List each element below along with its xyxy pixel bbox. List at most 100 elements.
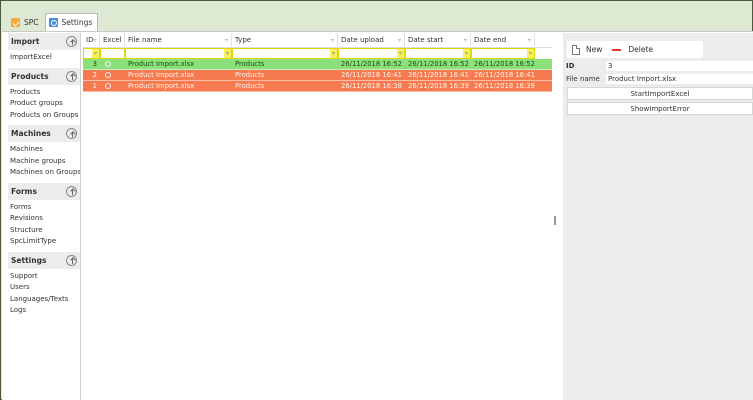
column-header-file-name[interactable]: File name ▿: [125, 32, 232, 48]
cell-date-end: 26/11/2018 16:39: [474, 81, 535, 90]
excel-file-icon[interactable]: [105, 71, 111, 78]
show-import-error-button[interactable]: ShowImportError: [567, 102, 753, 115]
new-document-icon: [572, 44, 580, 55]
tab-settings[interactable]: Settings: [44, 13, 99, 31]
filter-icon[interactable]: ▿: [463, 49, 470, 58]
start-import-excel-button[interactable]: StartImportExcel: [567, 87, 753, 100]
content-area: Import ImportExcel Products Products Product…: [2, 31, 753, 400]
table-row[interactable]: 3 Product Import.xlsx Products 26/11/2018 1…: [83, 59, 552, 70]
sidebar-item[interactable]: Revisions: [8, 213, 80, 225]
filter-icon[interactable]: ▿: [331, 37, 334, 44]
sidebar-item[interactable]: Products: [8, 87, 80, 99]
panel-splitter-handle[interactable]: [554, 216, 556, 225]
filename-field-row: File name Product Import.xlsx: [563, 74, 753, 84]
sidebar-item[interactable]: Support: [8, 271, 80, 283]
table-row[interactable]: 2 Product Import.xlsx Products 26/11/2018 1…: [83, 70, 552, 81]
filter-icon[interactable]: ▿: [225, 37, 228, 44]
sidebar-item[interactable]: Product groups: [8, 98, 80, 110]
sidebar-section-settings[interactable]: Settings: [8, 251, 80, 269]
sidebar-section-items: Forms Revisions Structure SpcLimitType: [8, 200, 80, 252]
cell-excel: [100, 59, 125, 70]
column-header-date-start[interactable]: Date start ▿: [405, 32, 471, 48]
cell-type: Products: [235, 81, 265, 90]
delete-button[interactable]: Delete: [607, 41, 658, 58]
collapse-up-icon[interactable]: [66, 185, 77, 197]
filter-cell-date-end[interactable]: ▿: [471, 48, 535, 59]
cell-file-name: Product Import.xlsx: [128, 59, 195, 68]
sidebar-section-forms[interactable]: Forms: [8, 182, 80, 200]
collapse-up-icon[interactable]: [66, 128, 77, 139]
cell-date-upload: 26/11/2018 16:52: [341, 59, 402, 68]
filter-icon[interactable]: ▿: [330, 49, 337, 58]
sidebar-section-items: ImportExcel: [8, 50, 80, 68]
imports-grid: ID ▿ Excel File name ▿ Type ▿ Date upload ▿ …: [83, 32, 552, 92]
sidebar-item[interactable]: Machine groups: [8, 156, 80, 168]
sidebar-item[interactable]: Logs: [8, 305, 80, 317]
sidebar-section-items: Machines Machine groups Machines on Groups: [8, 142, 80, 183]
tab-label: SPC: [24, 17, 39, 27]
tab-spc[interactable]: SPC: [7, 13, 45, 31]
id-field-row: ID 3: [563, 61, 753, 71]
app-window: SPC Settings Import ImportExcel Products Pr…: [0, 0, 753, 400]
collapse-up-icon[interactable]: [66, 36, 77, 47]
filter-icon[interactable]: ▿: [464, 37, 467, 44]
sidebar-item[interactable]: Structure: [8, 225, 80, 237]
sidebar-section-machines[interactable]: Machines: [8, 125, 80, 142]
column-header-id[interactable]: ID ▿: [83, 32, 100, 48]
sidebar-section-title: Forms: [11, 186, 37, 196]
sidebar-item[interactable]: Machines: [8, 144, 80, 156]
sidebar-section-products[interactable]: Products: [8, 67, 80, 85]
filter-cell-date-upload[interactable]: ▿: [338, 48, 405, 59]
column-header-type[interactable]: Type ▿: [232, 32, 338, 48]
column-header-excel[interactable]: Excel: [100, 32, 125, 48]
cell-date-end: 26/11/2018 16:52: [474, 59, 535, 68]
filter-icon[interactable]: ▿: [224, 49, 231, 58]
new-button[interactable]: New: [567, 41, 607, 58]
sidebar-item[interactable]: Machines on Groups: [8, 167, 80, 179]
id-field[interactable]: 3: [606, 61, 753, 71]
filter-icon[interactable]: ▿: [397, 49, 404, 58]
filter-row: ▿ ▿ ▿ ▿ ▿ ▿: [83, 48, 552, 59]
settings-app-icon: [48, 18, 58, 27]
filter-cell-id[interactable]: ▿: [83, 48, 100, 59]
sidebar-section-title: Settings: [11, 255, 47, 265]
cell-date-upload: 26/11/2018 16:38: [341, 81, 402, 90]
column-header-date-upload[interactable]: Date upload ▿: [338, 32, 405, 48]
filter-cell-date-start[interactable]: ▿: [405, 48, 471, 59]
collapse-up-icon[interactable]: [66, 254, 77, 266]
filename-label: File name: [566, 75, 600, 83]
collapse-up-icon[interactable]: [66, 70, 77, 82]
sidebar-item[interactable]: Forms: [8, 202, 80, 214]
cell-id: 2: [92, 70, 97, 79]
sidebar-item[interactable]: ImportExcel: [8, 52, 80, 64]
cell-date-upload: 26/11/2018 16:41: [341, 70, 402, 79]
filter-icon[interactable]: ▿: [528, 37, 531, 44]
filter-icon[interactable]: ▿: [398, 37, 401, 44]
cell-id: 3: [92, 59, 97, 68]
cell-type: Products: [235, 70, 265, 79]
filter-cell-type[interactable]: ▿: [232, 48, 338, 59]
cell-excel: [100, 70, 125, 81]
filter-icon[interactable]: ▿: [93, 37, 96, 44]
filter-icon[interactable]: ▿: [92, 49, 99, 58]
id-label: ID: [566, 62, 575, 70]
column-header-date-end[interactable]: Date end ▿: [471, 32, 535, 48]
cell-id: 1: [92, 81, 97, 90]
excel-file-icon[interactable]: [105, 82, 111, 89]
filter-cell-file-name[interactable]: ▿: [125, 48, 232, 59]
filter-icon[interactable]: ▿: [527, 49, 534, 58]
sidebar-item[interactable]: SpcLimitType: [8, 236, 80, 248]
minus-icon: [612, 48, 622, 51]
cell-date-start: 26/11/2018 16:39: [408, 81, 469, 90]
filter-cell-excel[interactable]: [100, 48, 125, 59]
filename-field[interactable]: Product Import.xlsx: [606, 74, 753, 84]
sidebar-item[interactable]: Products on Groups: [8, 110, 80, 122]
excel-file-icon[interactable]: [105, 60, 111, 67]
sidebar-item[interactable]: Languages/Texts: [8, 294, 80, 306]
sidebar-section-title: Products: [11, 71, 49, 81]
app-tab-bar: SPC Settings: [7, 13, 99, 31]
sidebar-section-import[interactable]: Import: [8, 33, 80, 50]
sidebar-section-title: Import: [11, 37, 40, 46]
sidebar-item[interactable]: Users: [8, 282, 80, 294]
table-row[interactable]: 1 Product Import.xlsx Products 26/11/2018 1…: [83, 81, 552, 92]
